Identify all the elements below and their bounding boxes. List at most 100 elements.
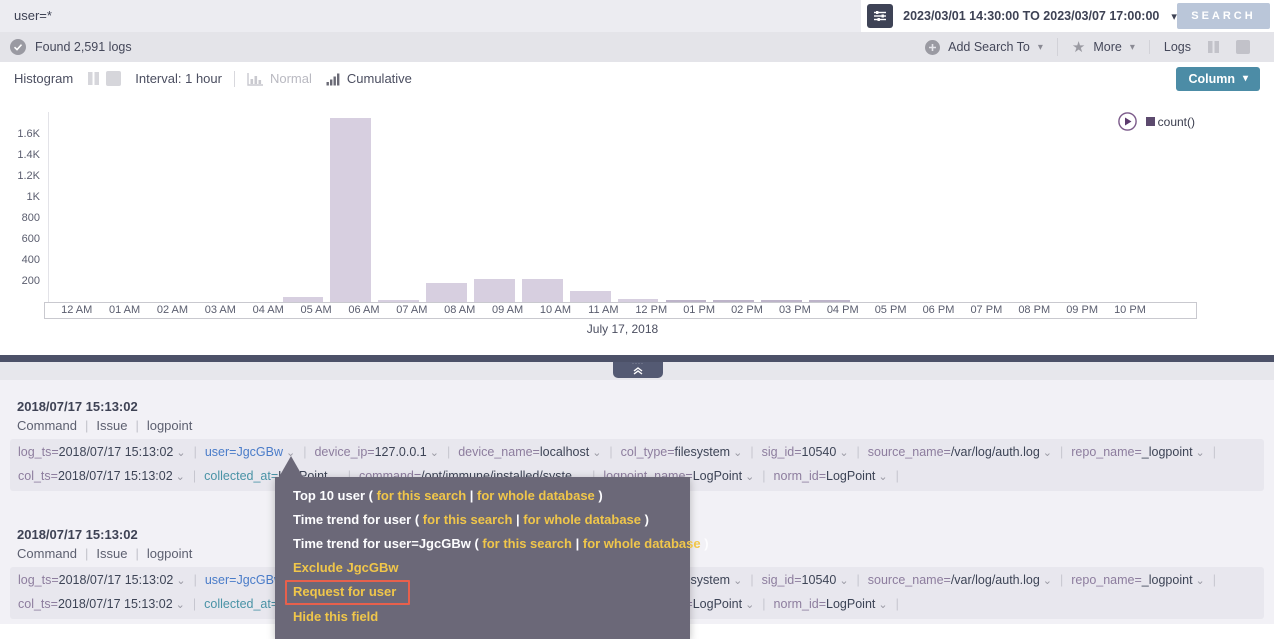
log-tag-issue[interactable]: Issue: [96, 418, 127, 433]
logs-view-toggle: Logs: [1149, 40, 1264, 54]
log-field-sig_id[interactable]: sig_id=10540⌄: [762, 445, 849, 459]
chevron-down-icon: ▾: [1130, 42, 1135, 53]
field-dropdown-icon[interactable]: ⌄: [1196, 575, 1205, 587]
histogram-bar-10am[interactable]: [570, 291, 611, 302]
x-tick-label: 06 PM: [914, 304, 962, 316]
menu-link[interactable]: for this search: [423, 512, 513, 527]
histogram-bar-05am[interactable]: [330, 118, 371, 302]
field-dropdown-icon[interactable]: ⌄: [1043, 447, 1052, 459]
field-dropdown-icon[interactable]: ⌄: [176, 575, 185, 587]
log-tag-logpoint[interactable]: logpoint: [147, 546, 193, 561]
grid-view-icon[interactable]: [1236, 40, 1250, 54]
status-bar: Found 2,591 logs Add Search To ▾ ★ More …: [0, 32, 1274, 62]
field-dropdown-icon[interactable]: ⌄: [1043, 575, 1052, 587]
histogram-bar-09am[interactable]: [522, 279, 563, 302]
add-search-to-button[interactable]: Add Search To ▾: [911, 40, 1057, 55]
log-field-col_ts[interactable]: col_ts=2018/07/17 15:13:02⌄: [18, 469, 185, 483]
log-field-norm_id[interactable]: norm_id=LogPoint⌄: [774, 469, 888, 483]
field-dropdown-icon[interactable]: ⌄: [176, 471, 185, 483]
search-settings-button[interactable]: [867, 4, 894, 28]
log-field-norm_id[interactable]: norm_id=LogPoint⌄: [774, 597, 888, 611]
log-field-col_type[interactable]: col_type=filesystem⌄: [621, 445, 743, 459]
x-tick-label: 11 AM: [579, 304, 627, 316]
search-button[interactable]: SEARCH: [1177, 3, 1270, 29]
log-field-log_ts[interactable]: log_ts=2018/07/17 15:13:02⌄: [18, 445, 186, 459]
log-field-device_ip[interactable]: device_ip=127.0.0.1⌄: [314, 445, 438, 459]
menu-item-hide-this-field[interactable]: Hide this field: [275, 605, 690, 629]
log-field-repo_name[interactable]: repo_name=_logpoint⌄: [1071, 573, 1205, 587]
menu-link[interactable]: Hide this field: [293, 609, 378, 624]
search-query-input[interactable]: user=*: [0, 0, 861, 32]
field-dropdown-icon[interactable]: ⌄: [878, 471, 887, 483]
log-timestamp: 2018/07/17 15:13:02: [10, 399, 1264, 414]
chart-type-dropdown[interactable]: Column ▾: [1176, 67, 1260, 91]
list-view-icon[interactable]: [1207, 40, 1220, 54]
collapse-chart-button[interactable]: ····: [613, 362, 663, 378]
log-field-sig_id[interactable]: sig_id=10540⌄: [762, 573, 849, 587]
field-dropdown-icon[interactable]: ⌄: [1196, 447, 1205, 459]
field-dropdown-icon[interactable]: ⌄: [592, 447, 601, 459]
x-tick-label: 08 PM: [1010, 304, 1058, 316]
log-field-log_ts[interactable]: log_ts=2018/07/17 15:13:02⌄: [18, 573, 186, 587]
field-separator: |: [1060, 573, 1063, 587]
x-tick-label: 05 PM: [867, 304, 915, 316]
field-dropdown-icon[interactable]: ⌄: [878, 599, 887, 611]
time-range-picker[interactable]: 2023/03/01 14:30:00 TO 2023/03/07 17:00:…: [903, 9, 1177, 23]
menu-link[interactable]: for whole database: [523, 512, 641, 527]
menu-link[interactable]: Exclude JgcGBw: [293, 560, 398, 575]
field-dropdown-icon[interactable]: ⌄: [839, 447, 848, 459]
log-tag-command[interactable]: Command: [17, 418, 77, 433]
menu-item-request-for-user[interactable]: Request for user: [275, 580, 690, 605]
top-search-bar: user=* 2023/03/01 14:30:00 TO 2023/03/07…: [0, 0, 1274, 32]
menu-item-top-10-user[interactable]: Top 10 user ( for this search | for whol…: [275, 484, 690, 508]
field-dropdown-icon[interactable]: ⌄: [733, 575, 742, 587]
field-dropdown-icon[interactable]: ⌄: [176, 599, 185, 611]
x-tick-label: 07 PM: [962, 304, 1010, 316]
x-tick-label: 06 AM: [340, 304, 388, 316]
field-separator: |: [194, 573, 197, 587]
log-tag-command[interactable]: Command: [17, 546, 77, 561]
field-context-menu: Top 10 user ( for this search | for whol…: [275, 477, 690, 639]
y-tick-label: 400: [0, 254, 40, 266]
log-field-col_ts[interactable]: col_ts=2018/07/17 15:13:02⌄: [18, 597, 185, 611]
histogram-bar-08am[interactable]: [474, 279, 515, 302]
menu-link[interactable]: Request for user: [293, 584, 396, 599]
field-dropdown-icon[interactable]: ⌄: [430, 447, 439, 459]
menu-text: ): [641, 512, 649, 527]
columns-layout-icon[interactable]: [87, 71, 100, 86]
chevron-down-icon: ▾: [1038, 42, 1043, 53]
field-dropdown-icon[interactable]: ⌄: [745, 471, 754, 483]
menu-link[interactable]: for whole database: [583, 536, 701, 551]
field-separator: |: [896, 597, 899, 611]
cumulative-mode-button[interactable]: Cumulative: [326, 71, 412, 86]
menu-item-exclude-value[interactable]: Exclude JgcGBw: [275, 556, 690, 580]
play-button-icon[interactable]: [1118, 112, 1137, 131]
more-menu-button[interactable]: ★ More ▾: [1057, 38, 1149, 56]
menu-link[interactable]: for whole database: [477, 488, 595, 503]
log-field-device_name[interactable]: device_name=localhost⌄: [458, 445, 601, 459]
square-layout-icon[interactable]: [106, 71, 121, 86]
field-dropdown-icon[interactable]: ⌄: [745, 599, 754, 611]
field-dropdown-icon[interactable]: ⌄: [839, 575, 848, 587]
field-dropdown-icon[interactable]: ⌄: [176, 447, 185, 459]
log-tag-issue[interactable]: Issue: [96, 546, 127, 561]
menu-text: Time trend for user=JgcGBw (: [293, 536, 482, 551]
tag-separator: |: [85, 546, 88, 561]
histogram-bar-07am[interactable]: [426, 283, 467, 302]
legend-count[interactable]: count(): [1146, 115, 1195, 129]
y-tick-label: 1.4K: [0, 149, 40, 161]
menu-link[interactable]: for this search: [482, 536, 572, 551]
field-dropdown-icon[interactable]: ⌄: [733, 447, 742, 459]
menu-link[interactable]: for this search: [377, 488, 467, 503]
normal-mode-button[interactable]: Normal: [247, 71, 312, 86]
log-field-repo_name[interactable]: repo_name=_logpoint⌄: [1071, 445, 1205, 459]
menu-item-time-trend-for-user[interactable]: Time trend for user ( for this search | …: [275, 508, 690, 532]
chevron-up-double-icon: [632, 366, 644, 375]
field-separator: |: [193, 597, 196, 611]
log-field-source_name[interactable]: source_name=/var/log/auth.log⌄: [868, 445, 1052, 459]
log-tag-logpoint[interactable]: logpoint: [147, 418, 193, 433]
menu-item-time-trend-for-user-value[interactable]: Time trend for user=JgcGBw ( for this se…: [275, 532, 690, 556]
log-field-source_name[interactable]: source_name=/var/log/auth.log⌄: [868, 573, 1052, 587]
histogram-chart: count() 2004006008001K1.2K1.4K1.6K 12 AM…: [0, 95, 1274, 345]
column-label: Column: [1188, 72, 1235, 86]
